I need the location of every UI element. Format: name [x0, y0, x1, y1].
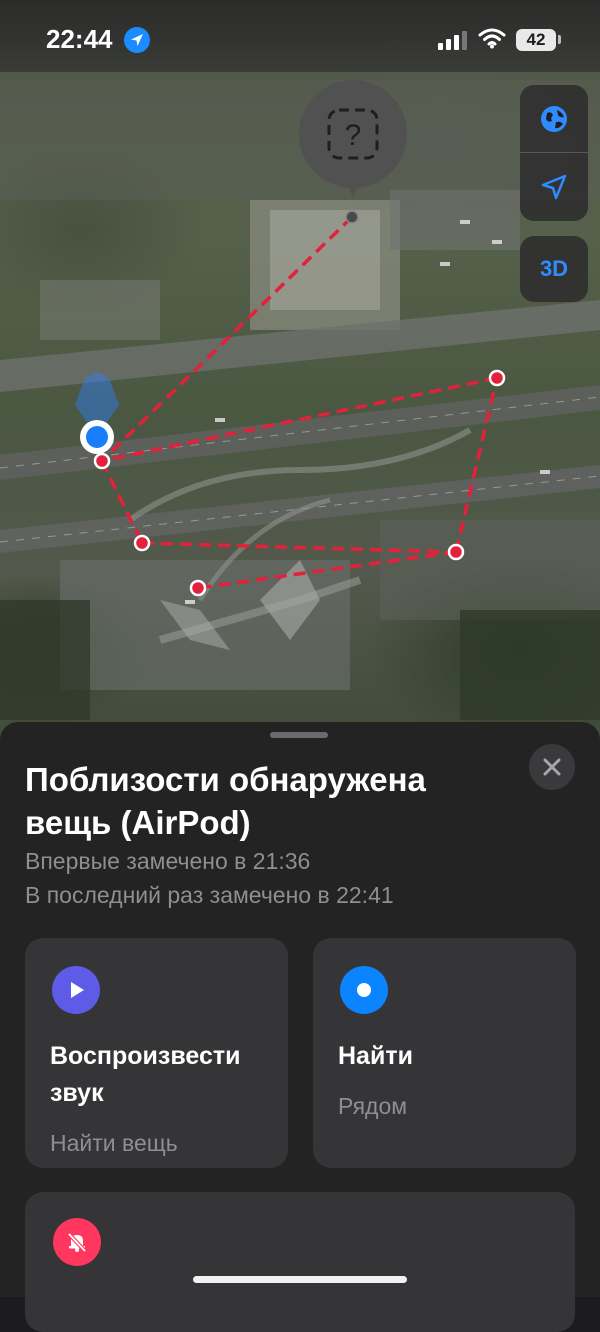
route-point — [133, 534, 151, 552]
battery-icon: 42 — [516, 29, 556, 51]
play-sound-title: Воспроизве­сти звук — [50, 1042, 241, 1107]
route-point — [93, 452, 111, 470]
map-style-button[interactable] — [520, 85, 588, 153]
first-seen-text: Впервые замечено в 21:36 — [25, 848, 311, 874]
wifi-icon — [478, 28, 506, 49]
status-time: 22:44 — [46, 24, 113, 54]
find-subtitle: Рядом — [338, 1093, 408, 1119]
close-icon — [543, 758, 561, 776]
3d-toggle-button[interactable]: 3D — [520, 236, 588, 302]
unknown-item-icon: ? — [327, 108, 379, 160]
location-arrow-icon — [541, 174, 567, 200]
play-sound-card[interactable]: Воспроизве­сти звук Найти вещь — [25, 938, 288, 1168]
close-button[interactable] — [529, 744, 575, 790]
notifications-card[interactable] — [25, 1192, 575, 1332]
satellite-map — [0, 80, 600, 720]
globe-icon — [541, 106, 567, 132]
find-nearby-icon — [340, 966, 388, 1014]
bell-slash-icon — [53, 1218, 101, 1266]
battery-tip — [558, 35, 561, 44]
map-controls — [520, 85, 588, 221]
route-point — [189, 579, 207, 597]
status-bar: 22:44 42 — [0, 0, 600, 72]
cellular-signal-icon — [438, 31, 467, 50]
find-title: Найти — [338, 1042, 413, 1070]
unknown-item-anchor — [345, 210, 359, 224]
last-seen-text: В последний раз замечено в 22:41 — [25, 882, 394, 908]
sheet-title: Поблизости обнаружена вещь (AirPod) — [25, 761, 426, 841]
play-sound-subtitle: Найти вещь — [50, 1130, 178, 1156]
route-point — [488, 369, 506, 387]
pin-stem — [347, 182, 359, 198]
unknown-item-pin[interactable]: ? — [299, 80, 407, 188]
svg-text:?: ? — [345, 119, 362, 152]
user-location — [75, 372, 119, 454]
item-detail-sheet: Поблизости обнаружена вещь (AirPod) Впер… — [0, 722, 600, 1332]
route-point — [447, 543, 465, 561]
location-arrow-icon — [124, 27, 150, 53]
sheet-grabber[interactable] — [270, 732, 328, 738]
find-nearby-card[interactable]: Найти Рядом — [313, 938, 576, 1168]
home-indicator — [193, 1276, 407, 1283]
locate-me-button[interactable] — [520, 153, 588, 221]
map-view[interactable]: ? 3D — [0, 0, 600, 760]
play-icon — [52, 966, 100, 1014]
